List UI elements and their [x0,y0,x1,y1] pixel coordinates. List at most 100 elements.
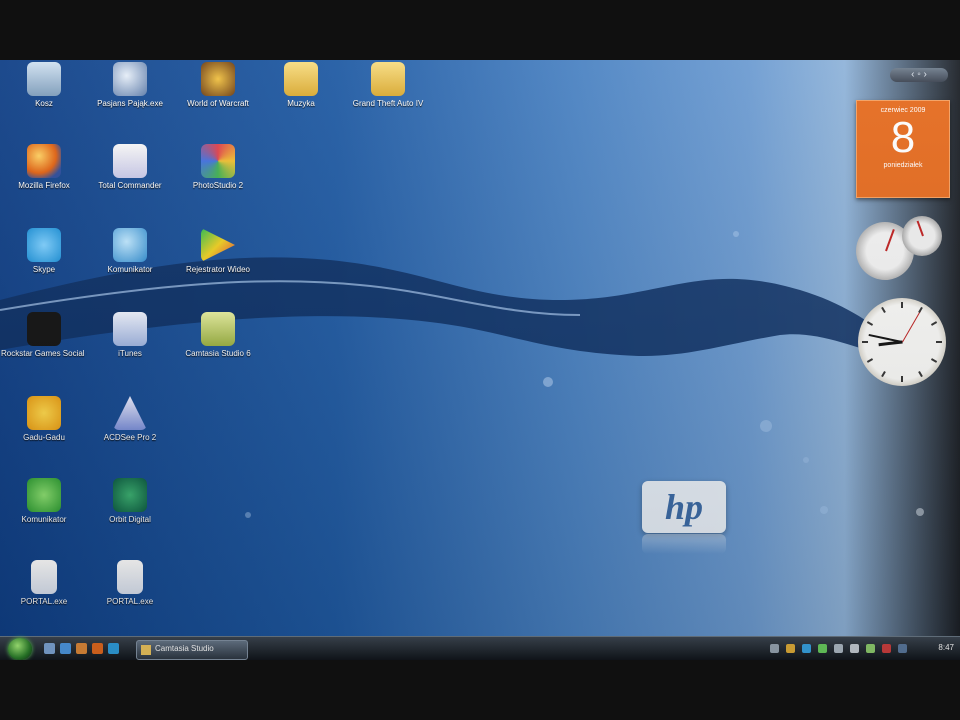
desktop-icon-label: Grand Theft Auto IV [352,99,424,108]
desktop-icon-photostudio[interactable]: PhotoStudio 2 [175,144,261,191]
folder-icon [284,62,318,96]
quick-launch-firefox-icon[interactable] [92,643,103,654]
globe-icon [113,62,147,96]
clock-tick [930,321,938,326]
tray-skype-icon[interactable] [802,644,811,653]
tray-language-icon[interactable] [898,644,907,653]
clock-tick [901,302,903,308]
warcraft-icon [201,62,235,96]
clock-tick [866,321,874,326]
clock-tick [936,341,942,343]
photo-studio-icon [201,144,235,178]
firefox-icon [27,144,61,178]
desktop-icon-firefox[interactable]: Mozilla Firefox [1,144,87,191]
cpu-meter-needle [885,228,895,252]
desktop-icon-total-commander[interactable]: Total Commander [87,144,173,191]
skype-icon [27,228,61,262]
desktop-icon-gadu-gadu[interactable]: Gadu-Gadu [1,396,87,443]
desktop-icon-portal-2[interactable]: PORTAL.exe [87,560,173,607]
desktop-icon-world-of-warcraft[interactable]: World of Warcraft [175,62,261,109]
desktop-icon-video-recorder[interactable]: Rejestrator Wideo [175,228,261,275]
total-commander-icon [113,144,147,178]
desktop-icon-label: PORTAL.exe [20,597,68,606]
desktop-icon-camtasia[interactable]: Camtasia Studio 6 [175,312,261,359]
desktop-icon-solitaire[interactable]: Pasjans Pająk.exe [87,62,173,109]
taskbar: Camtasia Studio 8:47 [0,636,960,660]
clock-tick [930,358,938,363]
quick-launch-ie-icon[interactable] [60,643,71,654]
tray-shield-icon[interactable] [786,644,795,653]
clock-tick [901,376,903,382]
clock-tick [881,306,886,314]
start-button[interactable] [8,638,32,660]
smile-icon [27,396,61,430]
ram-meter-needle [916,220,924,237]
desktop-icon-label: iTunes [118,349,142,358]
desktop-icon-label: Kosz [35,99,53,108]
document-icon [117,560,143,594]
tray-clock[interactable]: 8:47 [938,643,954,652]
clock-second-hand [902,310,921,343]
quick-launch-skype-icon[interactable] [108,643,119,654]
hp-logo-reflection [642,534,726,554]
clock-tick [862,341,868,343]
desktop-icon-communicator[interactable]: Komunikator [1,478,87,525]
clock-tick [881,370,886,378]
calendar-gadget[interactable]: czerwiec 2009 8 poniedziałek [856,100,950,198]
tray-antivirus-icon[interactable] [882,644,891,653]
calendar-day: 8 [890,113,916,162]
desktop-icon-label: Komunikator [107,265,153,274]
desktop-icon-recycle-bin[interactable]: Kosz [1,62,87,109]
folder-icon [371,62,405,96]
desktop-icon-acdsee[interactable]: ACDSee Pro 2 [87,396,173,443]
sidebar-gadgets: ‹ ◦ › czerwiec 2009 8 poniedziałek [854,60,960,660]
camtasia-icon [201,312,235,346]
desktop-icon-rockstar[interactable]: Rockstar Games Social Club [1,312,87,359]
tray-messenger-icon[interactable] [818,644,827,653]
taskbar-button-label: Camtasia Studio [155,644,214,653]
desktop-icon-gta-folder[interactable]: Grand Theft Auto IV [345,62,431,109]
desktop-icon-orbit[interactable]: Orbit Digital [87,478,173,525]
desktop-icon-itunes[interactable]: iTunes [87,312,173,359]
calendar-weekday: poniedziałek [883,162,923,169]
desktop-icon-label: Komunikator [21,515,67,524]
tray-arrow-icon[interactable] [770,644,779,653]
desktop-icon-label: Skype [32,265,56,274]
quick-launch-media-icon[interactable] [76,643,87,654]
edge-icon [113,478,147,512]
taskbar-button-camtasia[interactable]: Camtasia Studio [136,640,248,660]
document-icon [31,560,57,594]
desktop-icon-label: PORTAL.exe [106,597,154,606]
quick-launch-show-desktop-icon[interactable] [44,643,55,654]
system-tray: 8:47 [760,637,960,660]
desktop-icon-label: Gadu-Gadu [23,433,65,442]
tray-network-icon[interactable] [834,644,843,653]
tray-battery-icon[interactable] [866,644,875,653]
tray-volume-icon[interactable] [850,644,859,653]
desktop-icon-messenger[interactable]: Komunikator [87,228,173,275]
desktop-icon-skype[interactable]: Skype [1,228,87,275]
clock-gadget[interactable] [858,298,946,386]
clock-tick [918,306,923,314]
camtasia-task-icon [141,645,151,655]
ram-meter-gadget[interactable] [902,216,942,256]
desktop-icon-label: Mozilla Firefox [18,181,70,190]
recycle-bin-icon [27,62,61,96]
desktop-icon-label: PhotoStudio 2 [192,181,244,190]
desktop-icon-portal-1[interactable]: PORTAL.exe [1,560,87,607]
desktop: Kosz Pasjans Pająk.exe World of Warcraft… [0,60,960,660]
rockstar-icon [27,312,61,346]
desktop-icon-label: Total Commander [98,181,162,190]
desktop-icon-label: ACDSee Pro 2 [103,433,157,442]
hp-logo-text: hp [664,487,704,527]
play-icon [201,228,235,262]
gadget-toggle-button[interactable]: ‹ ◦ › [890,68,948,82]
desktop-icon-music-folder[interactable]: Muzyka [258,62,344,109]
desktop-icon-label: Pasjans Pająk.exe [97,99,163,108]
chat-icon [27,478,61,512]
desktop-icon-label: World of Warcraft [187,99,249,108]
desktop-icon-label: Muzyka [287,99,315,108]
clock-tick [918,370,923,378]
gadget-toggle-label: ‹ ◦ › [911,69,927,80]
desktop-icon-label: Camtasia Studio 6 [185,349,251,358]
